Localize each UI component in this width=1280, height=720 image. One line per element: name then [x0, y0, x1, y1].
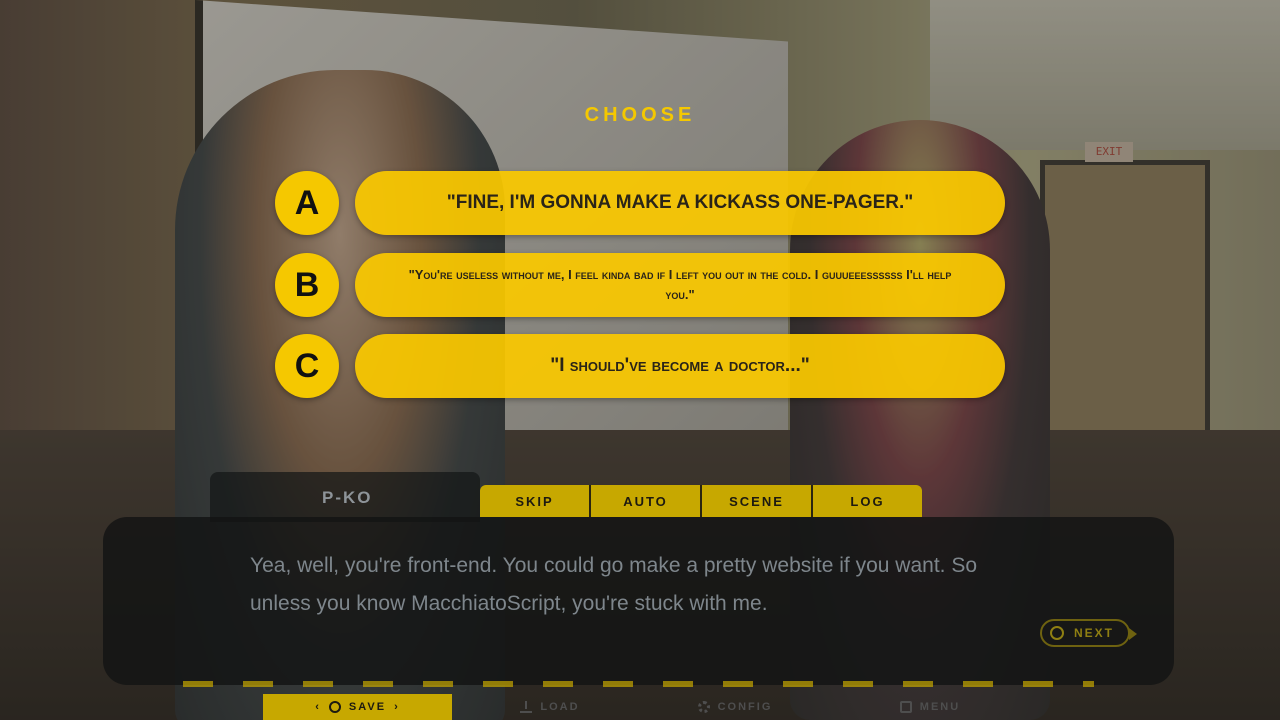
speaker-name-box: P-KO [210, 472, 480, 522]
load-label: LOAD [540, 701, 580, 713]
log-button[interactable]: LOG [813, 485, 922, 517]
choice-option-text: "You're useless without me, I feel kinda… [408, 267, 952, 302]
dialogue-text: Yea, well, you're front-end. You could g… [250, 554, 978, 615]
load-icon [520, 701, 533, 713]
save-label: SAVE [348, 701, 387, 713]
system-menu-bar: ‹ SAVE › LOAD CONFIG MENU [0, 694, 1280, 720]
menu-label: MENU [919, 701, 961, 713]
auto-button[interactable]: AUTO [591, 485, 702, 517]
choice-option-a[interactable]: A "FINE, I'M GONNA MAKE A KICKASS ONE-PA… [275, 171, 1005, 235]
next-icon [1050, 626, 1064, 640]
choice-option-button[interactable]: "I should've become a doctor..." [355, 334, 1005, 398]
gear-icon [697, 701, 710, 713]
dialogue-box-stripe [183, 681, 1094, 687]
choice-menu-title: CHOOSE [584, 104, 696, 126]
load-button[interactable]: LOAD [480, 694, 620, 720]
save-icon [328, 701, 341, 713]
choice-option-c[interactable]: C "I should've become a doctor..." [275, 334, 1005, 398]
choice-option-text: "FINE, I'M GONNA MAKE A KICKASS ONE-PAGE… [446, 192, 914, 213]
choice-option-b[interactable]: B "You're useless without me, I feel kin… [275, 253, 1005, 317]
config-button[interactable]: CONFIG [665, 694, 805, 720]
skip-button[interactable]: SKIP [480, 485, 591, 517]
bracket-right-icon: › [394, 701, 400, 713]
save-button[interactable]: ‹ SAVE › [263, 694, 452, 720]
choice-option-button[interactable]: "You're useless without me, I feel kinda… [355, 253, 1005, 317]
scene-button[interactable]: SCENE [702, 485, 813, 517]
choice-letter-badge: B [275, 253, 339, 317]
menu-button[interactable]: MENU [860, 694, 1000, 720]
choice-letter-badge: A [275, 171, 339, 235]
next-arrow-icon [1129, 628, 1137, 640]
choice-option-text: "I should've become a doctor..." [550, 355, 810, 376]
speaker-name: P-KO [322, 488, 373, 507]
next-button[interactable]: NEXT [1040, 619, 1137, 647]
dialogue-box[interactable]: Yea, well, you're front-end. You could g… [103, 517, 1174, 687]
quick-menu: SKIP AUTO SCENE LOG [480, 485, 922, 517]
choice-option-button[interactable]: "FINE, I'M GONNA MAKE A KICKASS ONE-PAGE… [355, 171, 1005, 235]
menu-icon [899, 701, 912, 713]
bracket-left-icon: ‹ [315, 701, 321, 713]
config-label: CONFIG [717, 701, 773, 713]
choice-letter-badge: C [275, 334, 339, 398]
next-label: NEXT [1074, 626, 1115, 640]
